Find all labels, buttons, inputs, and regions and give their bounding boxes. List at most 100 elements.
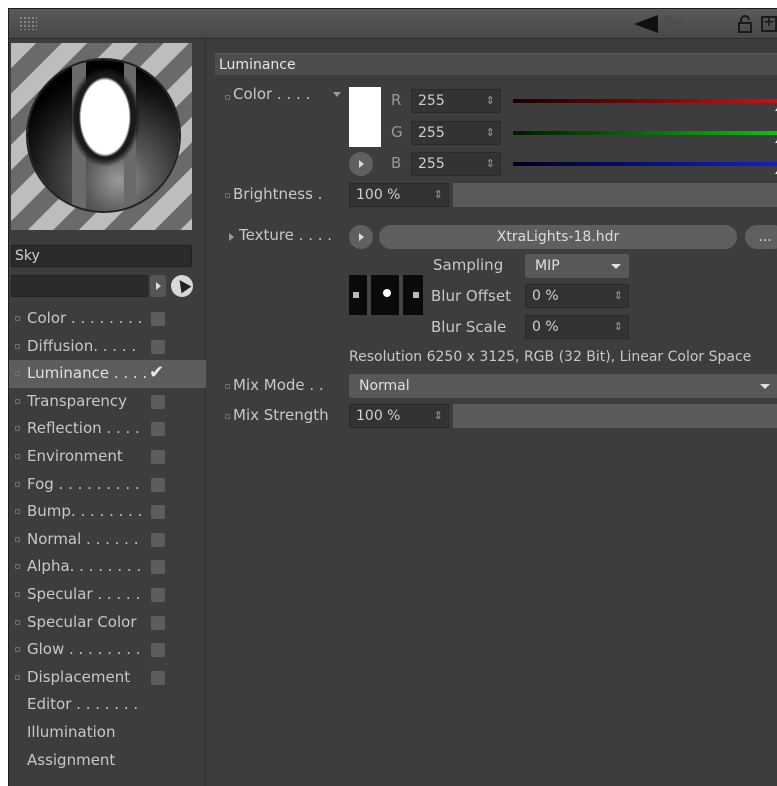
- browse-button[interactable]: ...: [745, 225, 777, 249]
- new-window-icon[interactable]: [761, 14, 777, 32]
- spinner-icon[interactable]: ⇕: [486, 153, 495, 175]
- channel-reflection[interactable]: Reflection . . . .: [9, 415, 206, 443]
- brightness-slider[interactable]: [453, 183, 777, 207]
- checkmark-icon[interactable]: ✔: [149, 359, 164, 387]
- channel-dot-icon: [15, 481, 20, 487]
- lock-icon[interactable]: [738, 15, 752, 33]
- channel-diffusion[interactable]: Diffusion. . . . .: [9, 333, 206, 361]
- channel-dot-icon: [15, 674, 20, 680]
- channel-displacement[interactable]: Displacement: [9, 664, 206, 692]
- param-dot-icon: [225, 384, 230, 389]
- channel-dot-icon: [15, 564, 20, 570]
- channel-checkbox[interactable]: [151, 394, 165, 409]
- spinner-icon[interactable]: ⇕: [486, 90, 495, 112]
- channel-checkbox[interactable]: [151, 422, 165, 437]
- brightness-field[interactable]: 100 % ⇕: [349, 183, 449, 207]
- blur-scale-field[interactable]: 0 % ⇕: [525, 315, 629, 339]
- channel-label: Fog . . . . . . . . .: [27, 474, 140, 493]
- channel-checkbox[interactable]: [151, 449, 165, 464]
- channel-fog[interactable]: Fog . . . . . . . . .: [9, 471, 206, 499]
- b-value-field[interactable]: 255 ⇕: [411, 152, 501, 176]
- forward-arrow-icon[interactable]: [664, 15, 688, 33]
- color-swatch[interactable]: [349, 87, 381, 147]
- channel-label: Normal . . . . . .: [27, 529, 139, 548]
- channel-checkbox[interactable]: [151, 532, 165, 547]
- texture-thumbnail[interactable]: [349, 275, 423, 315]
- channel-alpha[interactable]: Alpha. . . . . . . .: [9, 553, 206, 581]
- mix-strength-label: Mix Strength: [233, 406, 329, 424]
- chevron-down-icon[interactable]: [333, 92, 341, 97]
- channel-filter-field[interactable]: [11, 275, 148, 297]
- g-value: 255: [418, 125, 445, 141]
- g-slider[interactable]: [513, 131, 777, 135]
- blur-offset-value: 0 %: [532, 288, 559, 304]
- texture-file-button[interactable]: XtraLights-18.hdr: [379, 225, 737, 249]
- param-dot-icon: [225, 414, 230, 419]
- illumination-item[interactable]: Illumination: [9, 719, 206, 747]
- pointer-icon[interactable]: [171, 275, 193, 297]
- section-title: Luminance: [215, 53, 777, 75]
- filter-arrow-button[interactable]: [150, 275, 166, 297]
- channel-specular-color[interactable]: Specular Color: [9, 609, 206, 637]
- channel-list: Color . . . . . . . . Diffusion. . . . .…: [9, 305, 206, 774]
- sampling-value: MIP: [535, 258, 560, 274]
- channel-dot-icon: [15, 343, 20, 349]
- brightness-value: 100 %: [356, 187, 401, 203]
- channel-transparency[interactable]: Transparency: [9, 388, 206, 416]
- channel-checkbox[interactable]: [151, 670, 165, 685]
- editor-item[interactable]: Editor . . . . . . .: [9, 691, 206, 719]
- g-value-field[interactable]: 255 ⇕: [411, 121, 501, 145]
- r-label: R: [391, 91, 402, 109]
- chevron-down-icon: [611, 264, 621, 269]
- channel-dot-icon: [15, 619, 20, 625]
- r-value-field[interactable]: 255 ⇕: [411, 89, 501, 113]
- channel-checkbox[interactable]: [151, 477, 165, 492]
- grip-icon[interactable]: [19, 16, 37, 30]
- channel-sidebar: Sky Color . . . . . . . . Diffusion. . .…: [9, 39, 206, 786]
- r-slider[interactable]: [513, 99, 777, 103]
- channel-dot-icon: [15, 453, 20, 459]
- channel-specular[interactable]: Specular . . . . .: [9, 581, 206, 609]
- mix-strength-field[interactable]: 100 % ⇕: [349, 404, 449, 428]
- color-options-button[interactable]: [349, 152, 373, 176]
- mix-strength-slider[interactable]: [453, 404, 777, 428]
- blur-scale-label: Blur Scale: [431, 318, 507, 336]
- b-value: 255: [418, 156, 445, 172]
- channel-label: Bump. . . . . . . .: [27, 502, 143, 521]
- channel-luminance[interactable]: Luminance . . . . ✔: [9, 360, 206, 388]
- channel-checkbox[interactable]: [151, 312, 165, 326]
- spinner-icon[interactable]: ⇕: [434, 405, 443, 427]
- channel-checkbox[interactable]: [151, 339, 165, 354]
- blur-offset-field[interactable]: 0 % ⇕: [525, 284, 629, 308]
- texture-options-button[interactable]: [349, 225, 373, 249]
- blur-offset-label: Blur Offset: [431, 287, 511, 305]
- spinner-icon[interactable]: ⇕: [434, 184, 443, 206]
- material-name-field[interactable]: Sky: [11, 245, 192, 267]
- channel-checkbox[interactable]: [151, 643, 165, 658]
- channel-environment[interactable]: Environment: [9, 443, 206, 471]
- spinner-icon[interactable]: ⇕: [614, 285, 623, 307]
- mix-mode-dropdown[interactable]: Normal: [349, 374, 777, 398]
- assignment-item[interactable]: Assignment: [9, 747, 206, 775]
- channel-bump[interactable]: Bump. . . . . . . .: [9, 498, 206, 526]
- thumb-light: [413, 292, 419, 298]
- spinner-icon[interactable]: ⇕: [614, 316, 623, 338]
- channel-glow[interactable]: Glow . . . . . . . .: [9, 636, 206, 664]
- channel-dot-icon: [15, 426, 20, 432]
- expand-arrow-icon[interactable]: [229, 233, 234, 241]
- channel-normal[interactable]: Normal . . . . . .: [9, 526, 206, 554]
- channel-checkbox[interactable]: [151, 587, 165, 602]
- material-preview[interactable]: [11, 43, 192, 230]
- back-arrow-icon[interactable]: [634, 15, 658, 33]
- mix-strength-value: 100 %: [356, 408, 401, 424]
- channel-label: Diffusion. . . . .: [27, 336, 137, 355]
- channel-checkbox[interactable]: [151, 505, 165, 520]
- channel-checkbox[interactable]: [151, 560, 165, 575]
- b-slider[interactable]: [513, 162, 777, 166]
- channel-checkbox[interactable]: [151, 615, 165, 630]
- color-label: Color . . . .: [233, 85, 311, 103]
- spinner-icon[interactable]: ⇕: [486, 122, 495, 144]
- channel-color[interactable]: Color . . . . . . . .: [9, 305, 206, 333]
- sampling-label: Sampling: [433, 256, 504, 274]
- sampling-dropdown[interactable]: MIP: [525, 254, 629, 278]
